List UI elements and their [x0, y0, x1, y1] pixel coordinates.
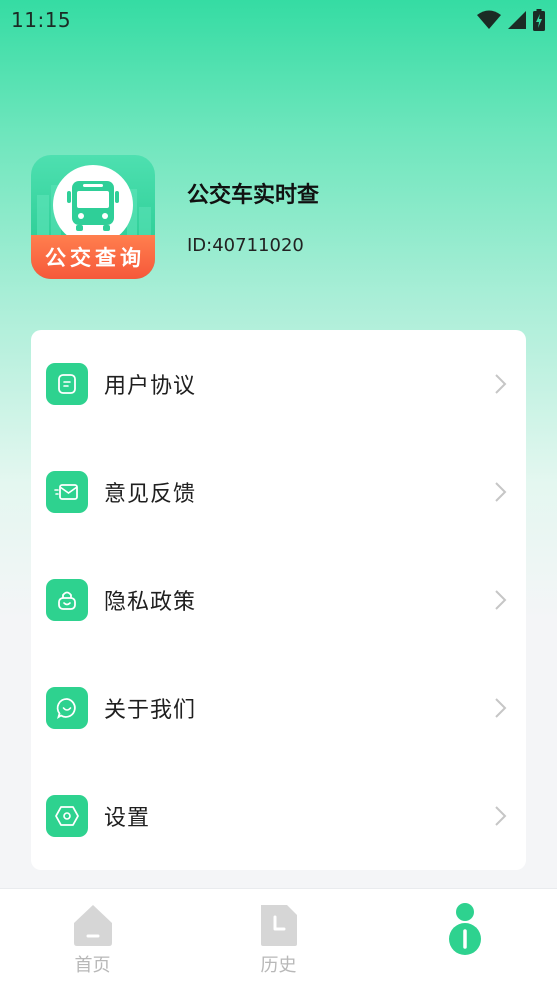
menu-item-feedback[interactable]: 意见反馈	[31, 452, 526, 532]
wifi-icon	[477, 10, 501, 29]
chevron-right-icon	[495, 482, 507, 502]
status-time: 11:15	[11, 8, 72, 32]
menu-item-privacy-policy[interactable]: 隐私政策	[31, 560, 526, 640]
menu-item-about-us[interactable]: 关于我们	[31, 668, 526, 748]
menu-item-label: 设置	[104, 806, 151, 831]
chat-smile-icon	[46, 687, 88, 729]
tab-label: 首页	[74, 955, 111, 976]
user-icon	[448, 903, 481, 955]
battery-icon	[533, 9, 545, 31]
status-icons	[477, 9, 545, 31]
home-icon	[73, 905, 112, 946]
app-name: 公交车实时查	[187, 183, 320, 208]
menu-item-settings[interactable]: 设置	[31, 776, 526, 856]
menu-item-label: 用户协议	[104, 374, 197, 399]
user-id: ID:40711020	[187, 235, 304, 256]
document-icon	[46, 363, 88, 405]
profile-section: 公交查询 公交车实时查 ID:40711020	[31, 155, 511, 280]
settings-icon	[46, 795, 88, 837]
status-bar: 11:15	[0, 0, 557, 40]
chevron-right-icon	[495, 590, 507, 610]
chevron-right-icon	[495, 806, 507, 826]
app-logo: 公交查询	[31, 155, 155, 279]
bottom-tab-bar: 首页 历史	[0, 888, 557, 991]
tab-label: 历史	[260, 955, 297, 976]
menu-item-label: 意见反馈	[104, 482, 197, 507]
tab-profile[interactable]	[372, 889, 557, 991]
tab-home[interactable]: 首页	[0, 889, 185, 991]
tab-history[interactable]: 历史	[186, 889, 371, 991]
menu-item-user-agreement[interactable]: 用户协议	[31, 344, 526, 424]
logo-text: 公交查询	[45, 246, 145, 270]
menu-card: 用户协议 意见反馈 隐私政策 关于我们 设置	[31, 330, 526, 870]
signal-icon	[508, 11, 526, 29]
mail-icon	[46, 471, 88, 513]
chevron-right-icon	[495, 698, 507, 718]
history-icon	[260, 905, 297, 946]
menu-item-label: 关于我们	[104, 698, 197, 723]
logo-banner: 公交查询	[31, 235, 155, 279]
menu-item-label: 隐私政策	[104, 590, 197, 615]
lock-icon	[46, 579, 88, 621]
chevron-right-icon	[495, 374, 507, 394]
